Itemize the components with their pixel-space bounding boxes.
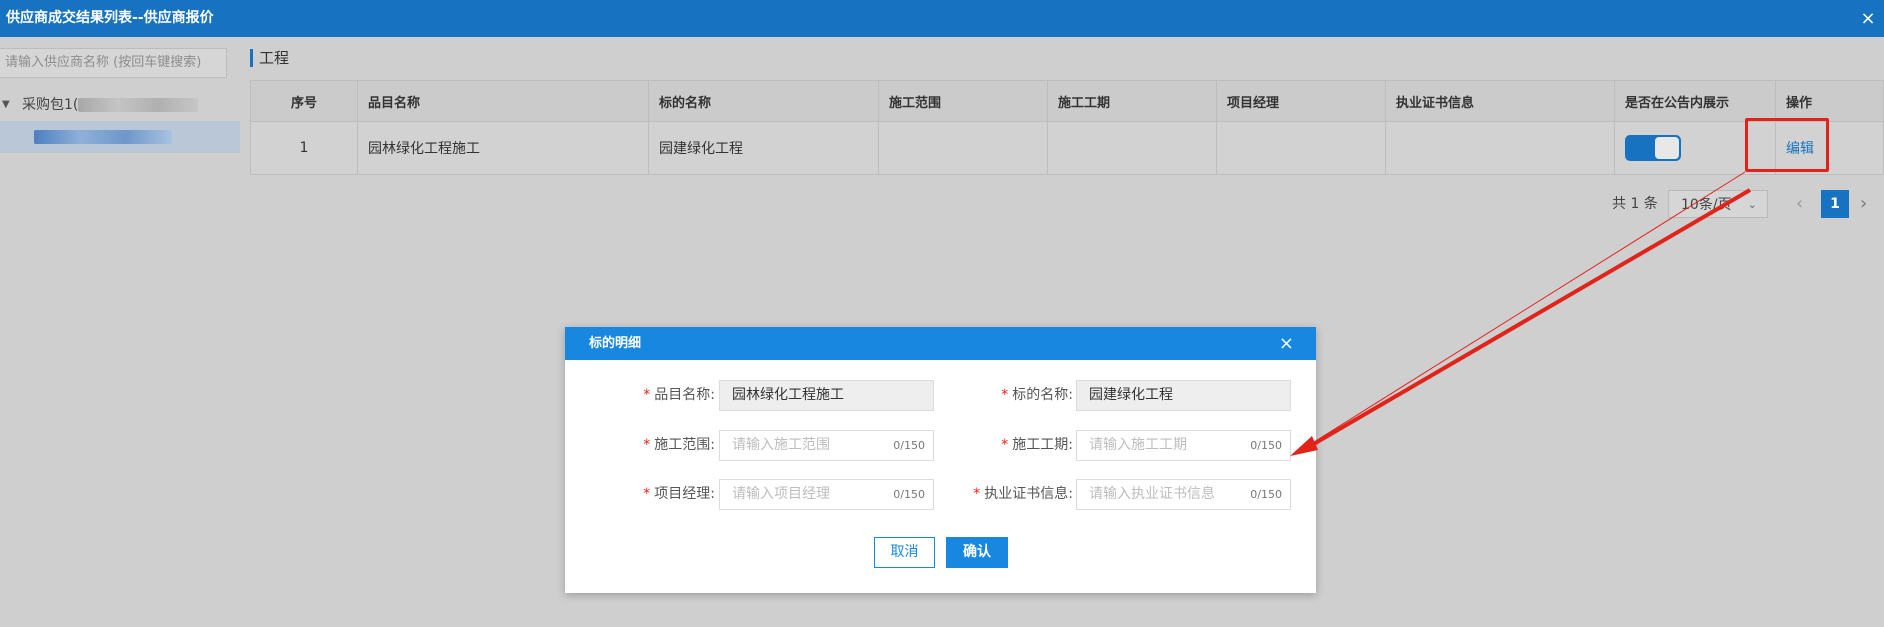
col-header-manager: 项目经理 [1216,80,1386,122]
table-header-row: 序号 品目名称 标的名称 施工范围 施工工期 项目经理 执业证书信息 是否在公告… [250,80,1884,122]
period-input[interactable]: 请输入施工工期 0/150 [1076,430,1291,461]
cell-scope [878,121,1048,175]
chevron-down-icon: ⌄ [1747,198,1757,211]
pager-total: 共 1 条 [1612,196,1658,212]
show-in-notice-toggle[interactable] [1625,135,1681,161]
col-header-action: 操作 [1775,80,1884,122]
col-header-scope: 施工范围 [878,80,1048,122]
confirm-button[interactable]: 确认 [946,537,1008,568]
field-label-period: * 施工工期: [1001,437,1073,453]
dialog-header: 标的明细 × [565,327,1316,360]
annotation-arrow-shaft [1298,188,1752,454]
redacted-text [78,98,199,112]
prev-page-icon[interactable]: ‹ [1796,190,1803,218]
window-title: 供应商成交结果列表--供应商报价 [6,10,214,26]
supplier-sidebar: 请输入供应商名称 (按回车键搜索) ▼ 采购包1( [0,37,246,627]
col-header-cert: 执业证书信息 [1385,80,1615,122]
supplier-search-input[interactable]: 请输入供应商名称 (按回车键搜索) [0,48,227,78]
col-header-item-name: 品目名称 [357,80,649,122]
dialog-title: 标的明细 [589,336,642,351]
table-row: 1 园林绿化工程施工 园建绿化工程 编辑 [250,121,1884,175]
field-label-item-name: * 品目名称: [643,387,715,403]
period-char-count: 0/150 [1250,439,1282,452]
cell-item-name: 园林绿化工程施工 [357,121,649,175]
section-title: 工程 [250,49,289,67]
close-icon[interactable]: × [1858,0,1878,37]
cell-period [1047,121,1217,175]
item-name-field: 园林绿化工程施工 [719,380,934,411]
manager-char-count: 0/150 [893,488,925,501]
field-label-target-name: * 标的名称: [1001,387,1073,403]
cancel-button[interactable]: 取消 [874,537,935,568]
scope-char-count: 0/150 [893,439,925,452]
close-icon[interactable]: × [1279,327,1294,360]
cert-input[interactable]: 请输入执业证书信息 0/150 [1076,479,1291,510]
col-header-period: 施工工期 [1047,80,1217,122]
cert-char-count: 0/150 [1250,488,1282,501]
col-header-target-name: 标的名称 [648,80,879,122]
field-label-scope: * 施工范围: [643,437,715,453]
engineering-table: 序号 品目名称 标的名称 施工范围 施工工期 项目经理 执业证书信息 是否在公告… [250,80,1884,175]
col-header-index: 序号 [250,80,358,122]
page-size-select[interactable]: 10条/页 ⌄ [1668,190,1768,218]
field-label-cert: * 执业证书信息: [973,486,1073,502]
cell-index: 1 [250,121,358,175]
next-page-icon[interactable]: › [1860,190,1867,218]
cell-target-name: 园建绿化工程 [648,121,879,175]
target-name-field: 园建绿化工程 [1076,380,1291,411]
toggle-knob [1655,137,1679,159]
cell-manager [1216,121,1386,175]
scope-input[interactable]: 请输入施工范围 0/150 [719,430,934,461]
manager-input[interactable]: 请输入项目经理 0/150 [719,479,934,510]
page-size-value: 10条/页 [1681,197,1732,213]
cell-cert [1385,121,1615,175]
field-label-manager: * 项目经理: [643,486,715,502]
annotation-highlight-box [1745,118,1829,172]
col-header-show-in-notice: 是否在公告内展示 [1614,80,1776,122]
page-number-button[interactable]: 1 [1821,190,1849,218]
tree-item-supplier[interactable] [0,121,240,153]
caret-down-icon[interactable]: ▼ [2,91,10,119]
search-placeholder: 请输入供应商名称 (按回车键搜索) [5,55,202,70]
tree-group-package[interactable]: ▼ 采购包1( [0,91,240,119]
redacted-supplier-name [34,130,172,144]
tree-group-label: 采购包1( [22,91,199,119]
window-title-bar: 供应商成交结果列表--供应商报价 × [0,0,1884,37]
